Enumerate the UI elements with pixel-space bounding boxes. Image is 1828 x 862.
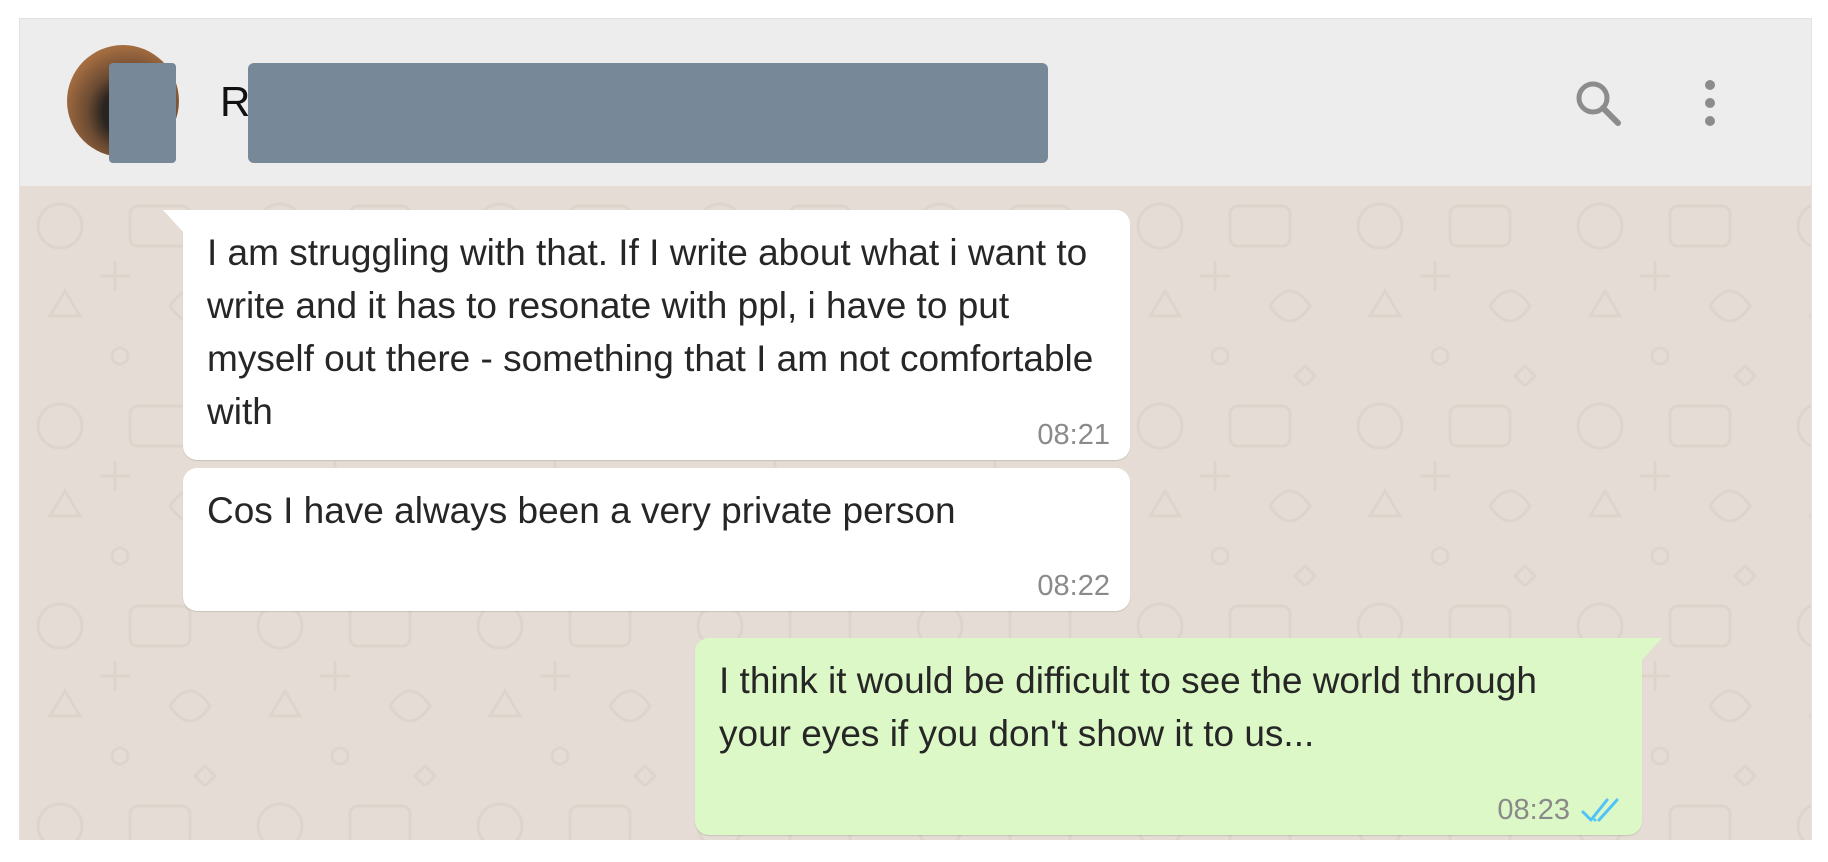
message-meta: 08:21 (1037, 418, 1110, 452)
more-vertical-icon (1705, 80, 1715, 126)
bubble-tail (163, 210, 185, 234)
double-check-read-icon (1580, 796, 1622, 824)
search-icon (1576, 81, 1621, 126)
chat-header: R (20, 19, 1811, 187)
message-time: 08:22 (1037, 570, 1110, 602)
message-time: 08:23 (1497, 794, 1570, 826)
message-meta: 08:22 (1037, 569, 1110, 603)
message-bubble-incoming[interactable]: Cos I have always been a very private pe… (183, 468, 1130, 611)
message-text: I am struggling with that. If I write ab… (207, 232, 1094, 432)
redaction-block (109, 63, 176, 163)
message-bubble-incoming[interactable]: I am struggling with that. If I write ab… (163, 210, 1130, 460)
menu-button[interactable] (1678, 71, 1742, 135)
contact-name[interactable]: R (220, 81, 250, 123)
conversation-panel[interactable]: I am struggling with that. If I write ab… (20, 186, 1811, 840)
message-meta: 08:23 (1497, 793, 1622, 827)
bubble-tail (1640, 638, 1662, 662)
message-text: Cos I have always been a very private pe… (207, 490, 956, 531)
message-text: I think it would be difficult to see the… (719, 660, 1537, 754)
chat-window: R I am struggling with that. If I write … (19, 18, 1812, 840)
message-time: 08:21 (1037, 419, 1110, 451)
message-bubble-outgoing[interactable]: I think it would be difficult to see the… (695, 638, 1662, 835)
search-button[interactable] (1566, 71, 1630, 135)
redaction-block (248, 63, 1048, 163)
